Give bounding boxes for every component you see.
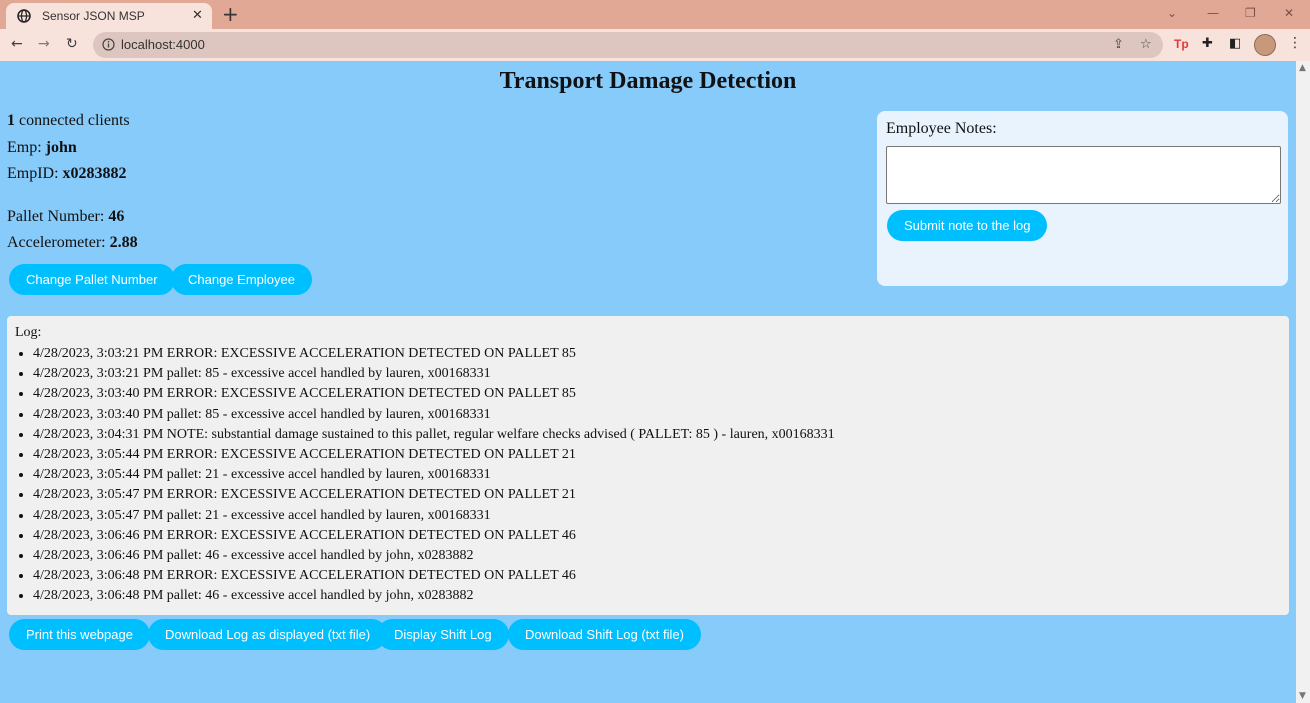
info-icon[interactable] — [102, 38, 115, 51]
log-entry: 4/28/2023, 3:04:31 PM NOTE: substantial … — [33, 425, 835, 445]
plus-icon[interactable]: + — [222, 3, 239, 25]
accelerometer-reading: Accelerometer: 2.88 — [7, 234, 138, 252]
more-vert-icon[interactable]: ⋮ — [1288, 35, 1302, 51]
extension-tp-icon[interactable]: Tp — [1174, 37, 1189, 51]
tab-title: Sensor JSON MSP — [42, 9, 145, 23]
vertical-scrollbar[interactable]: ▲ ▼ — [1296, 61, 1310, 703]
notes-label: Employee Notes: — [886, 120, 997, 137]
address-bar[interactable]: localhost:4000 ⇪ ☆ — [93, 32, 1163, 58]
submit-note-button[interactable]: Submit note to the log — [887, 210, 1048, 241]
globe-icon — [17, 9, 31, 23]
employee-id: EmpID: x0283882 — [7, 165, 127, 183]
connected-clients: 1 connected clients — [7, 112, 130, 130]
employee-notes-panel: Employee Notes: Submit note to the log — [877, 111, 1288, 286]
change-employee-button[interactable]: Change Employee — [171, 264, 312, 295]
log-entry: 4/28/2023, 3:05:44 PM pallet: 21 - exces… — [33, 465, 835, 485]
minimize-icon[interactable]: — — [1207, 6, 1219, 20]
arrow-left-icon[interactable]: ← — [11, 36, 23, 52]
restore-icon[interactable]: ❐ — [1245, 6, 1256, 20]
log-entry: 4/28/2023, 3:03:40 PM pallet: 85 - exces… — [33, 405, 835, 425]
close-icon[interactable]: ✕ — [192, 7, 203, 23]
scroll-down-icon[interactable]: ▼ — [1299, 691, 1306, 701]
print-button[interactable]: Print this webpage — [9, 619, 150, 650]
url-text: localhost:4000 — [121, 37, 205, 52]
notes-textarea[interactable] — [886, 146, 1281, 204]
download-shift-log-button[interactable]: Download Shift Log (txt file) — [508, 619, 701, 650]
browser-tab[interactable]: Sensor JSON MSP ✕ — [6, 3, 212, 29]
page-content: Transport Damage Detection 1 connected c… — [0, 61, 1296, 703]
puzzle-icon[interactable]: ✚ — [1202, 36, 1213, 51]
empid-value: x0283882 — [62, 165, 127, 182]
arrow-right-icon[interactable]: → — [38, 36, 50, 52]
pallet-label: Pallet Number: — [7, 208, 109, 225]
share-icon[interactable]: ⇪ — [1113, 37, 1124, 52]
employee-name: Emp: john — [7, 139, 77, 157]
clients-label: connected clients — [15, 112, 130, 129]
emp-value: john — [45, 139, 77, 156]
chevron-down-icon[interactable]: ⌄ — [1167, 6, 1177, 20]
log-entry: 4/28/2023, 3:05:44 PM ERROR: EXCESSIVE A… — [33, 445, 835, 465]
pallet-value: 46 — [108, 208, 125, 225]
log-entry: 4/28/2023, 3:06:48 PM pallet: 46 - exces… — [33, 586, 835, 606]
window-close-icon[interactable]: ✕ — [1284, 6, 1294, 20]
log-entry: 4/28/2023, 3:05:47 PM ERROR: EXCESSIVE A… — [33, 485, 835, 505]
avatar[interactable] — [1254, 34, 1276, 56]
page-title: Transport Damage Detection — [499, 68, 797, 94]
log-entry: 4/28/2023, 3:05:47 PM pallet: 21 - exces… — [33, 506, 835, 526]
accel-label: Accelerometer: — [7, 234, 110, 251]
download-log-button[interactable]: Download Log as displayed (txt file) — [148, 619, 388, 650]
log-entry: 4/28/2023, 3:03:40 PM ERROR: EXCESSIVE A… — [33, 384, 835, 404]
reload-icon[interactable]: ↻ — [66, 36, 78, 52]
log-entry: 4/28/2023, 3:06:46 PM pallet: 46 - exces… — [33, 546, 835, 566]
log-entry: 4/28/2023, 3:03:21 PM ERROR: EXCESSIVE A… — [33, 344, 835, 364]
log-entry: 4/28/2023, 3:06:46 PM ERROR: EXCESSIVE A… — [33, 526, 835, 546]
clients-count: 1 — [7, 112, 15, 129]
log-label: Log: — [15, 325, 42, 340]
accel-value: 2.88 — [109, 234, 138, 251]
display-shift-log-button[interactable]: Display Shift Log — [377, 619, 509, 650]
star-icon[interactable]: ☆ — [1140, 37, 1152, 52]
browser-toolbar: ← → ↻ localhost:4000 ⇪ ☆ Tp ✚ ◧ ⋮ — [0, 29, 1310, 61]
log-list: 4/28/2023, 3:03:21 PM ERROR: EXCESSIVE A… — [15, 344, 835, 606]
side-panel-icon[interactable]: ◧ — [1229, 36, 1241, 51]
log-entry: 4/28/2023, 3:06:48 PM ERROR: EXCESSIVE A… — [33, 566, 835, 586]
emp-label: Emp: — [7, 139, 46, 156]
change-pallet-button[interactable]: Change Pallet Number — [9, 264, 175, 295]
log-entry: 4/28/2023, 3:03:21 PM pallet: 85 - exces… — [33, 364, 835, 384]
empid-label: EmpID: — [7, 165, 63, 182]
tab-strip: Sensor JSON MSP ✕ + ⌄ — ❐ ✕ — [0, 0, 1310, 29]
log-panel: Log: 4/28/2023, 3:03:21 PM ERROR: EXCESS… — [7, 316, 1289, 615]
scroll-up-icon[interactable]: ▲ — [1299, 63, 1306, 73]
pallet-number: Pallet Number: 46 — [7, 208, 124, 226]
